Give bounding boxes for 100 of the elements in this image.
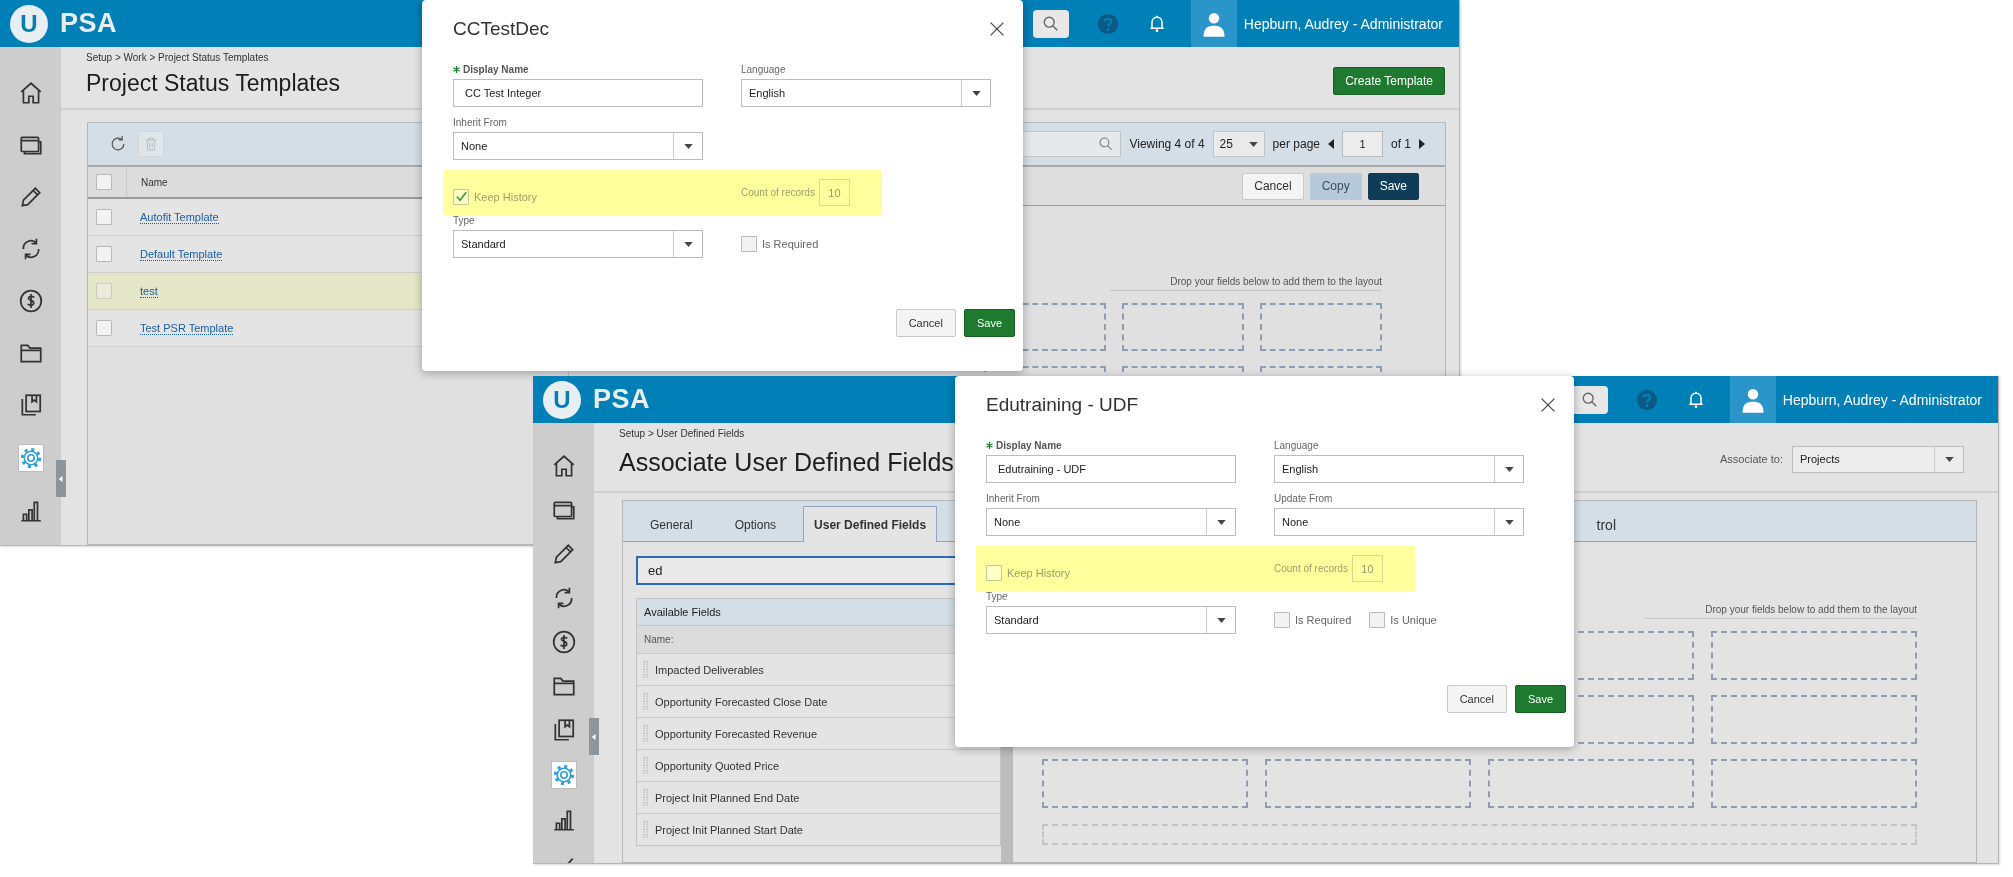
logo-mark: U [543, 380, 581, 419]
template-link[interactable]: Test PSR Template [140, 321, 234, 335]
drag-handle-icon [643, 659, 648, 680]
row-checkbox[interactable] [96, 246, 112, 262]
caret-icon [683, 143, 693, 149]
dark-action-button[interactable]: Save [1367, 172, 1419, 200]
option-checkbox[interactable] [1369, 612, 1386, 628]
template-link[interactable]: Default Template [140, 247, 223, 261]
option-label: Is Required [1295, 614, 1352, 626]
inherit-from-select[interactable]: None [453, 132, 703, 160]
settings-icon[interactable] [550, 761, 577, 789]
page-title: Project Status Templates [86, 70, 340, 97]
avatar[interactable] [1729, 376, 1776, 423]
language-label: Language [1274, 440, 1320, 451]
close-icon[interactable] [989, 21, 1005, 37]
drag-handle-icon [643, 787, 648, 808]
muted-action-button[interactable]: Copy [1309, 172, 1362, 200]
page-count: of 1 [1391, 137, 1411, 151]
display-name-field[interactable]: CC Test Integer [453, 79, 703, 107]
search-icon [1098, 136, 1115, 152]
template-link[interactable]: Autofit Template [140, 210, 219, 224]
logo-text: PSA [593, 384, 651, 415]
primary-button[interactable]: Save [963, 309, 1015, 337]
dialog-title: Edutraining - UDF [986, 394, 1139, 416]
caret-icon [1504, 519, 1514, 525]
language-select[interactable]: English [1274, 455, 1524, 483]
keep-history-checkbox[interactable] [453, 188, 469, 205]
caret-icon [971, 90, 981, 96]
drop-hint: Drop your fields below to add them to the layout [1645, 604, 1917, 619]
row-checkbox[interactable] [96, 320, 112, 336]
secondary-button[interactable]: Cancel [1446, 685, 1507, 713]
dialog-title: CCTestDec [453, 18, 550, 40]
settings-icon[interactable] [17, 444, 44, 472]
drop-hint: Drop your fields below to add them to the layout [1110, 276, 1382, 291]
create-template-button[interactable]: Create Template [1333, 66, 1445, 95]
primary-button[interactable]: Save [1514, 685, 1566, 713]
tab[interactable]: General [635, 506, 708, 542]
caret-icon [683, 241, 693, 247]
update-from-select[interactable]: None [1274, 508, 1524, 536]
per-page-label: per page [1272, 137, 1320, 151]
option-label: Is Unique [1390, 614, 1437, 626]
breadcrumb: Setup > User Defined Fields [619, 428, 746, 439]
user-name[interactable]: Hepburn, Audrey - Administrator [1243, 15, 1443, 32]
secondary-button[interactable]: Cancel [895, 309, 956, 337]
template-link[interactable]: test [140, 284, 158, 298]
count-label: Count of records [1274, 563, 1348, 574]
language-select[interactable]: English [741, 79, 991, 107]
trash-icon [143, 136, 159, 152]
language-label: Language [741, 64, 787, 75]
tab[interactable]: Options [719, 506, 792, 542]
associate-select[interactable]: Projects [1792, 445, 1964, 473]
avatar[interactable] [1190, 0, 1237, 47]
inherit-from-select[interactable]: None [986, 508, 1236, 536]
drag-handle-icon [643, 723, 648, 744]
option-checkbox[interactable] [741, 236, 757, 252]
display-name-field[interactable]: Edutraining - UDF [986, 455, 1236, 483]
inherit-from-label: Inherit From [453, 117, 508, 128]
row-checkbox[interactable] [96, 209, 112, 225]
option-checkbox[interactable] [1274, 612, 1290, 628]
user-name[interactable]: Hepburn, Audrey - Administrator [1782, 391, 1982, 408]
logo-text: PSA [60, 8, 118, 39]
search-icon [1580, 390, 1599, 409]
dollar-icon[interactable] [550, 629, 577, 655]
logo-mark: U [10, 4, 48, 43]
select-all-checkbox[interactable] [96, 174, 112, 190]
option-label: Is Required [762, 238, 819, 250]
type-select[interactable]: Standard [453, 230, 703, 258]
type-label: Type [453, 215, 476, 226]
viewing-count: Viewing 4 of 4 [1129, 137, 1205, 151]
keep-history-checkbox[interactable] [986, 564, 1002, 581]
caret-icon [1216, 519, 1226, 525]
collapse-handle[interactable] [589, 718, 599, 755]
close-icon[interactable] [1540, 397, 1556, 413]
breadcrumb: Setup > Work > Project Status Templates [86, 52, 270, 63]
count-label: Count of records [741, 187, 815, 198]
caret-icon [1944, 456, 1954, 462]
secondary-action-button[interactable]: Cancel [1242, 172, 1304, 200]
search-button[interactable] [1032, 9, 1069, 38]
row-checkbox[interactable] [96, 283, 112, 299]
next-page-icon[interactable] [1419, 139, 1425, 149]
tab[interactable]: trol [1581, 506, 1631, 542]
caret-icon [1504, 466, 1514, 472]
drag-handle-icon [643, 819, 648, 840]
column-header: Name [126, 167, 168, 197]
drag-handle-icon [643, 691, 648, 712]
associate-label: Associate to: [1720, 453, 1783, 465]
search-icon [1041, 14, 1060, 33]
tab[interactable]: User Defined Fields [803, 506, 938, 542]
inherit-from-label: Inherit From [986, 493, 1041, 504]
collapse-handle[interactable] [56, 460, 66, 497]
page-field[interactable]: 1 [1342, 131, 1383, 157]
type-select[interactable]: Standard [986, 606, 1236, 634]
per-page-select[interactable]: 25 [1212, 131, 1265, 157]
keep-history-label: Keep History [1007, 566, 1070, 579]
caret-icon [1248, 141, 1258, 147]
previous-page-icon[interactable] [1328, 139, 1334, 149]
caret-icon [1216, 617, 1226, 623]
page-title: Associate User Defined Fields [619, 448, 954, 477]
dollar-icon[interactable] [17, 288, 44, 314]
drag-handle-icon [643, 755, 648, 776]
